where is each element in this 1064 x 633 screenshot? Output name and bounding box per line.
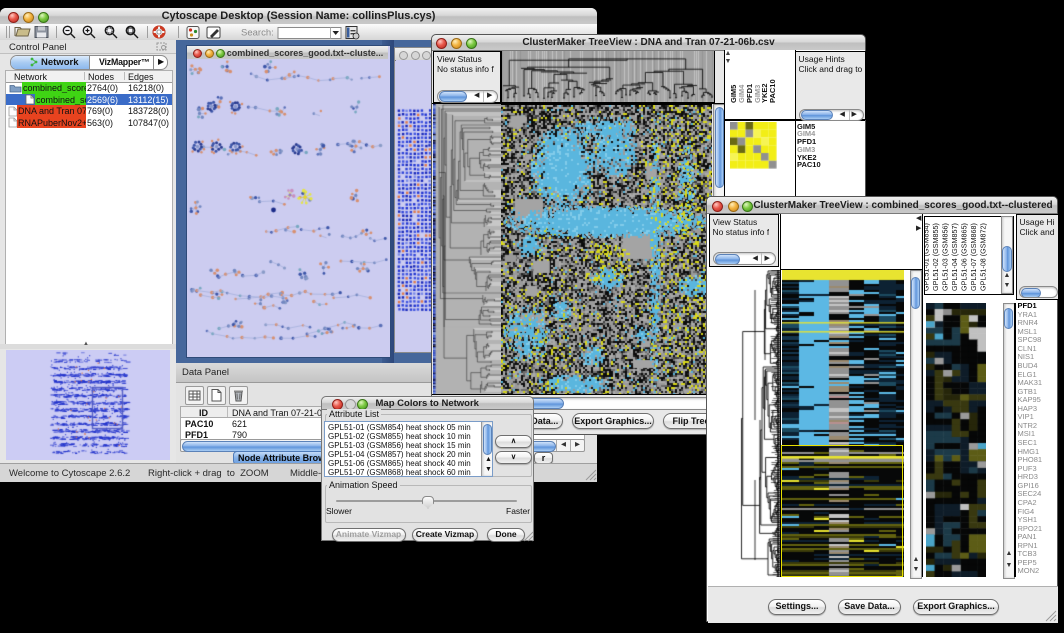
svg-text:GPL51-03 (GSM856): GPL51-03 (GSM856) xyxy=(941,223,950,291)
svg-text:GPL51-08 (GSM872): GPL51-08 (GSM872) xyxy=(979,223,988,291)
svg-text:PAC10: PAC10 xyxy=(768,79,777,103)
svg-text:GPL51-07 (GSM868): GPL51-07 (GSM868) xyxy=(969,223,978,291)
svg-text:GPL51-01 (GSM854): GPL51-01 (GSM854) xyxy=(924,223,931,291)
svg-text:Search:: Search: xyxy=(241,28,274,39)
svg-text:GPL51-02 (GSM855): GPL51-02 (GSM855) xyxy=(931,223,940,291)
svg-text:GPL51-04 (GSM857): GPL51-04 (GSM857) xyxy=(950,223,959,291)
svg-text:GPL51-06 (GSM865): GPL51-06 (GSM865) xyxy=(960,223,969,291)
